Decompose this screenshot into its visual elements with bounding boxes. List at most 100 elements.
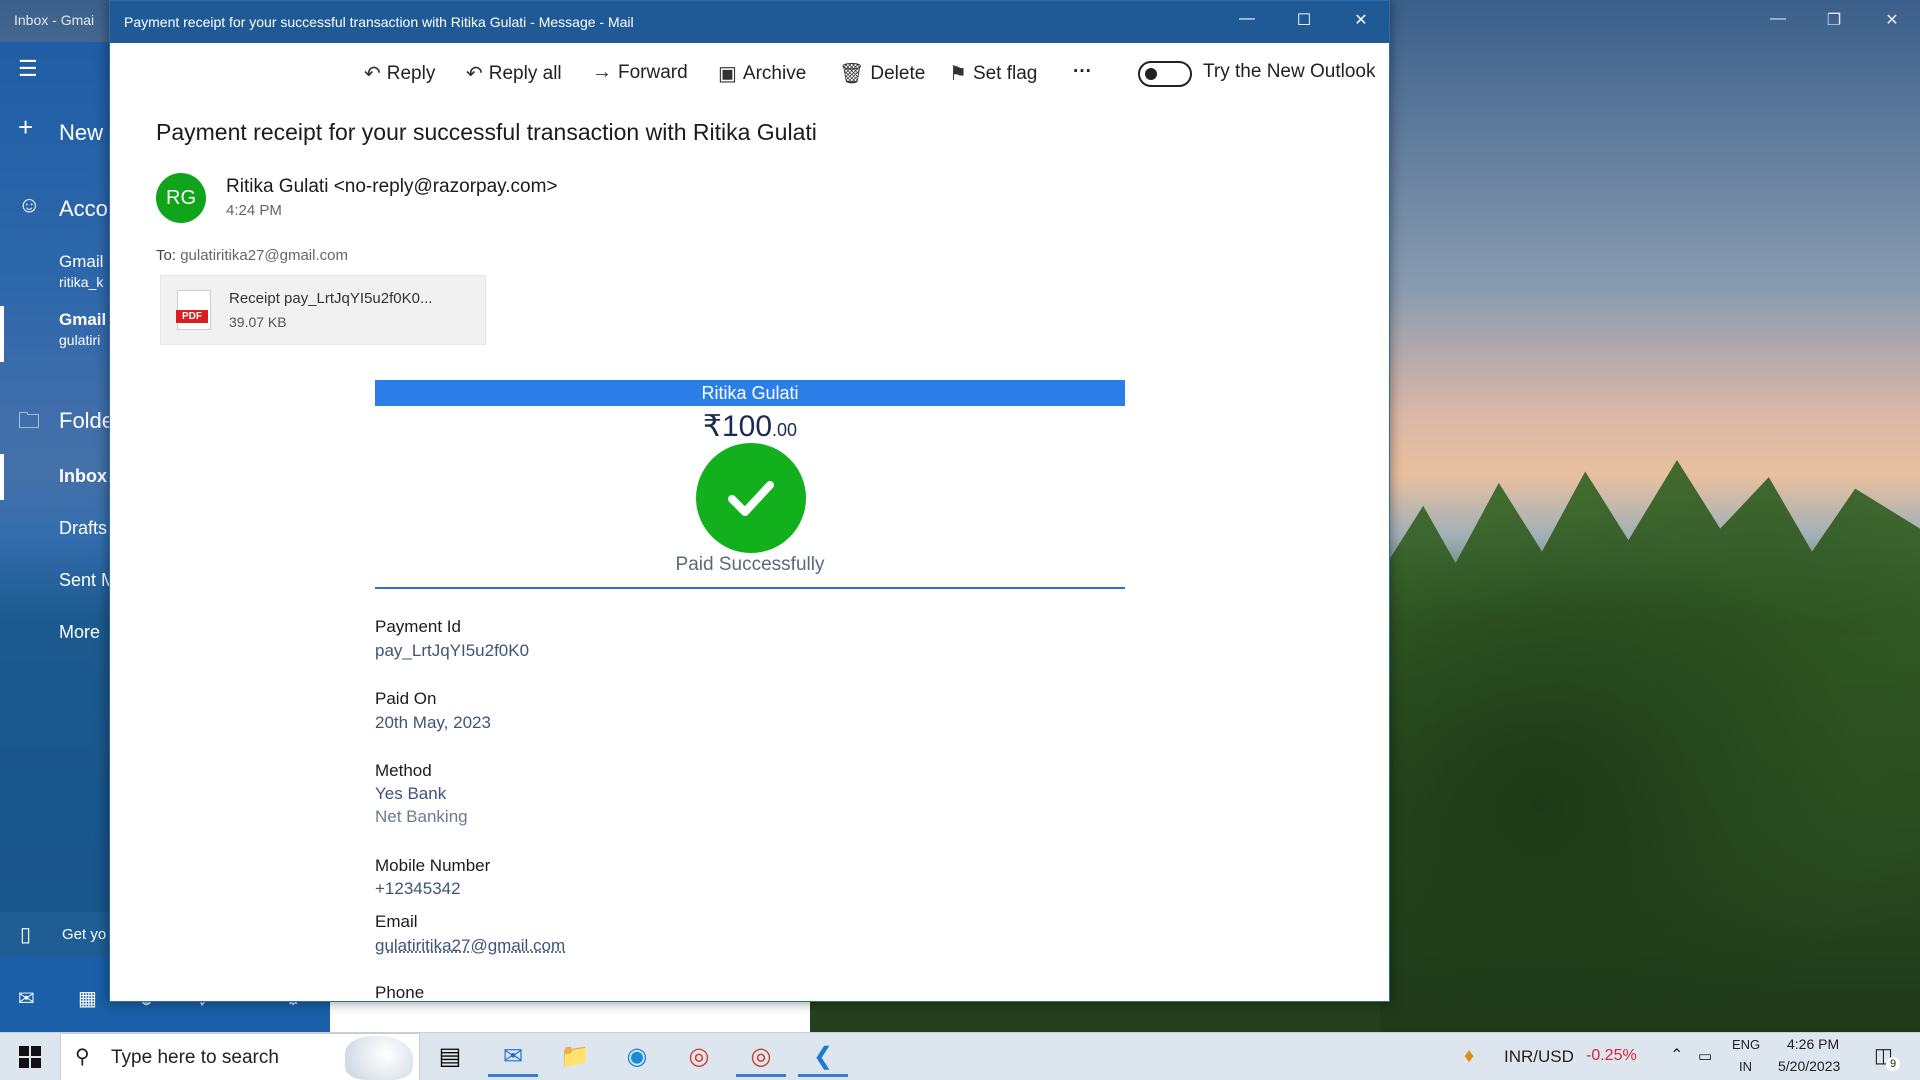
windows-taskbar: ⚲ Type here to search ▤ ✉ 📁 ◉ ◎ ◎ ❮ ♦ IN… (0, 1032, 1920, 1080)
close-icon[interactable]: ✕ (1882, 10, 1902, 30)
taskbar-mail-app[interactable]: ✉ (488, 1037, 538, 1077)
attachment-size: 39.07 KB (229, 314, 287, 330)
sidebar-item-inbox[interactable]: Inbox (0, 456, 110, 496)
taskbar-search-box[interactable]: ⚲ Type here to search (60, 1033, 420, 1080)
taskbar-file-explorer[interactable]: 📁 (550, 1037, 600, 1077)
receipt-merchant-header: Ritika Gulati (375, 380, 1125, 406)
new-outlook-toggle[interactable] (1138, 61, 1192, 87)
account-email: ritika_k (59, 274, 104, 290)
clock-date: 5/20/2023 (1778, 1058, 1841, 1074)
set-flag-button[interactable]: ⚑ Set flag (949, 61, 1037, 86)
chrome-profile-icon: ◎ (750, 1043, 772, 1070)
flag-icon: ⚑ (949, 63, 967, 85)
search-placeholder: Type here to search (111, 1047, 279, 1068)
edge-browser-icon: ◉ (626, 1043, 648, 1070)
delete-button[interactable]: 🗑 Delete (839, 61, 925, 86)
archive-label: Archive (742, 62, 807, 84)
accounts-label: Acco (59, 196, 108, 221)
message-window-title: Payment receipt for your successful tran… (124, 14, 634, 30)
payment-status: Paid Successfully (675, 554, 825, 575)
mobile-value: +12345342 (375, 879, 461, 898)
new-mail-button[interactable]: + New (0, 112, 110, 154)
phone-icon: ▯ (20, 924, 32, 946)
hamburger-menu-button[interactable]: ☰ (0, 56, 110, 96)
close-button[interactable]: ✕ (1346, 10, 1376, 34)
taskbar-chrome[interactable]: ◎ (674, 1037, 724, 1077)
delete-label: Delete (870, 62, 926, 84)
sidebar-account-2[interactable]: Gmail gulatiri (0, 306, 110, 362)
reply-button[interactable]: ↶ Reply (364, 61, 435, 86)
payment-id-label: Payment Id (375, 617, 461, 636)
clock-time[interactable]: 4:26 PM (1787, 1036, 1839, 1052)
language-top[interactable]: ENG (1732, 1037, 1760, 1052)
notification-count: 9 (1886, 1057, 1900, 1071)
minimize-icon: — (1239, 10, 1255, 27)
reply-all-button[interactable]: ↶ Reply all (466, 61, 562, 86)
accounts-button[interactable]: ☺ Acco (0, 188, 110, 228)
taskbar-edge[interactable]: ◉ (612, 1037, 662, 1077)
payment-id-value: pay_LrtJqYI5u2f0K0 (375, 641, 530, 660)
folder-label: More (59, 622, 101, 642)
forward-label: Forward (618, 61, 688, 83)
mail-icon[interactable]: ✉ (18, 986, 35, 1011)
receipt-amount: ₹100.00 (375, 409, 1125, 444)
forward-arrow-icon: → (592, 61, 612, 83)
mail-app-icon: ✉ (502, 1043, 524, 1070)
sender-name[interactable]: Ritika Gulati <no-reply@razorpay.com> (226, 176, 558, 198)
more-options-button[interactable]: ··· (1073, 61, 1092, 83)
to-address[interactable]: gulatiritika27@gmail.com (180, 247, 348, 264)
sidebar-item-sent[interactable]: Sent M (0, 560, 116, 600)
success-checkmark-icon (696, 443, 806, 553)
battery-icon[interactable]: ▭ (1698, 1047, 1712, 1065)
mail-sidebar: ☰ + New ☺ Acco Gmail ritika_k Gmail gula… (0, 42, 116, 1032)
archive-button[interactable]: ▣ Archive (718, 61, 806, 86)
set-flag-label: Set flag (972, 62, 1038, 84)
toggle-knob (1145, 68, 1157, 80)
paid-on-label: Paid On (375, 689, 437, 708)
email-link[interactable]: gulatiritika27@gmail.com (375, 936, 565, 956)
folders-label: Folde (59, 408, 115, 433)
chevron-up-icon[interactable]: ⌃ (1670, 1045, 1683, 1065)
paid-on-value: 20th May, 2023 (375, 713, 491, 732)
recipient-line: To: gulatiritika27@gmail.com (156, 247, 348, 264)
folder-label: Drafts (59, 518, 108, 538)
minimize-icon[interactable]: — (1768, 10, 1788, 28)
method-type: Net Banking (375, 807, 468, 826)
mobile-label: Mobile Number (375, 856, 491, 875)
currency-change: -0.25% (1586, 1047, 1637, 1064)
task-view-icon: ▤ (438, 1043, 462, 1070)
to-label: To: (156, 247, 177, 264)
folder-icon: 🗀 (18, 408, 41, 433)
sidebar-item-drafts[interactable]: Drafts (0, 508, 110, 548)
folders-button[interactable]: 🗀 Folde (0, 400, 114, 440)
vscode-icon: ❮ (812, 1043, 834, 1070)
attachment-card[interactable]: PDF Receipt pay_LrtJqYI5u2f0K0... 39.07 … (160, 275, 486, 345)
taskbar-chrome-profile[interactable]: ◎ (736, 1037, 786, 1077)
try-new-outlook-label: Try the New Outlook (1203, 61, 1375, 83)
account-name: Gmail (59, 252, 104, 271)
start-button[interactable] (0, 1033, 60, 1080)
forward-button[interactable]: → Forward (592, 61, 688, 84)
restore-icon[interactable]: ❐ (1824, 10, 1844, 30)
sidebar-account-1[interactable]: Gmail ritika_k (0, 248, 110, 300)
currency-pair[interactable]: INR/USD (1504, 1047, 1574, 1067)
task-view-button[interactable]: ▤ (425, 1037, 475, 1077)
attachment-name: Receipt pay_LrtJqYI5u2f0K0... (229, 290, 433, 307)
calendar-icon[interactable]: ▦ (78, 986, 97, 1011)
get-app-banner[interactable]: ▯ Get yo (0, 912, 110, 956)
amount-main: ₹100 (702, 410, 773, 443)
sidebar-item-more[interactable]: More (0, 612, 110, 652)
minimize-button[interactable]: — (1232, 10, 1262, 34)
message-subject: Payment receipt for your successful tran… (156, 119, 817, 145)
maximize-button[interactable]: ☐ (1289, 10, 1319, 34)
receipt-divider (375, 587, 1125, 589)
amount-decimal: .00 (772, 420, 798, 440)
new-mail-label: New (59, 120, 104, 145)
reply-label: Reply (386, 62, 436, 84)
taskbar-vscode[interactable]: ❮ (798, 1037, 848, 1077)
message-list-peek (330, 1000, 810, 1032)
sent-time: 4:24 PM (226, 202, 282, 219)
folder-label: Sent M (59, 570, 117, 590)
currency-widget-icon: ♦ (1464, 1045, 1475, 1067)
method-bank: Yes Bank (375, 784, 447, 803)
